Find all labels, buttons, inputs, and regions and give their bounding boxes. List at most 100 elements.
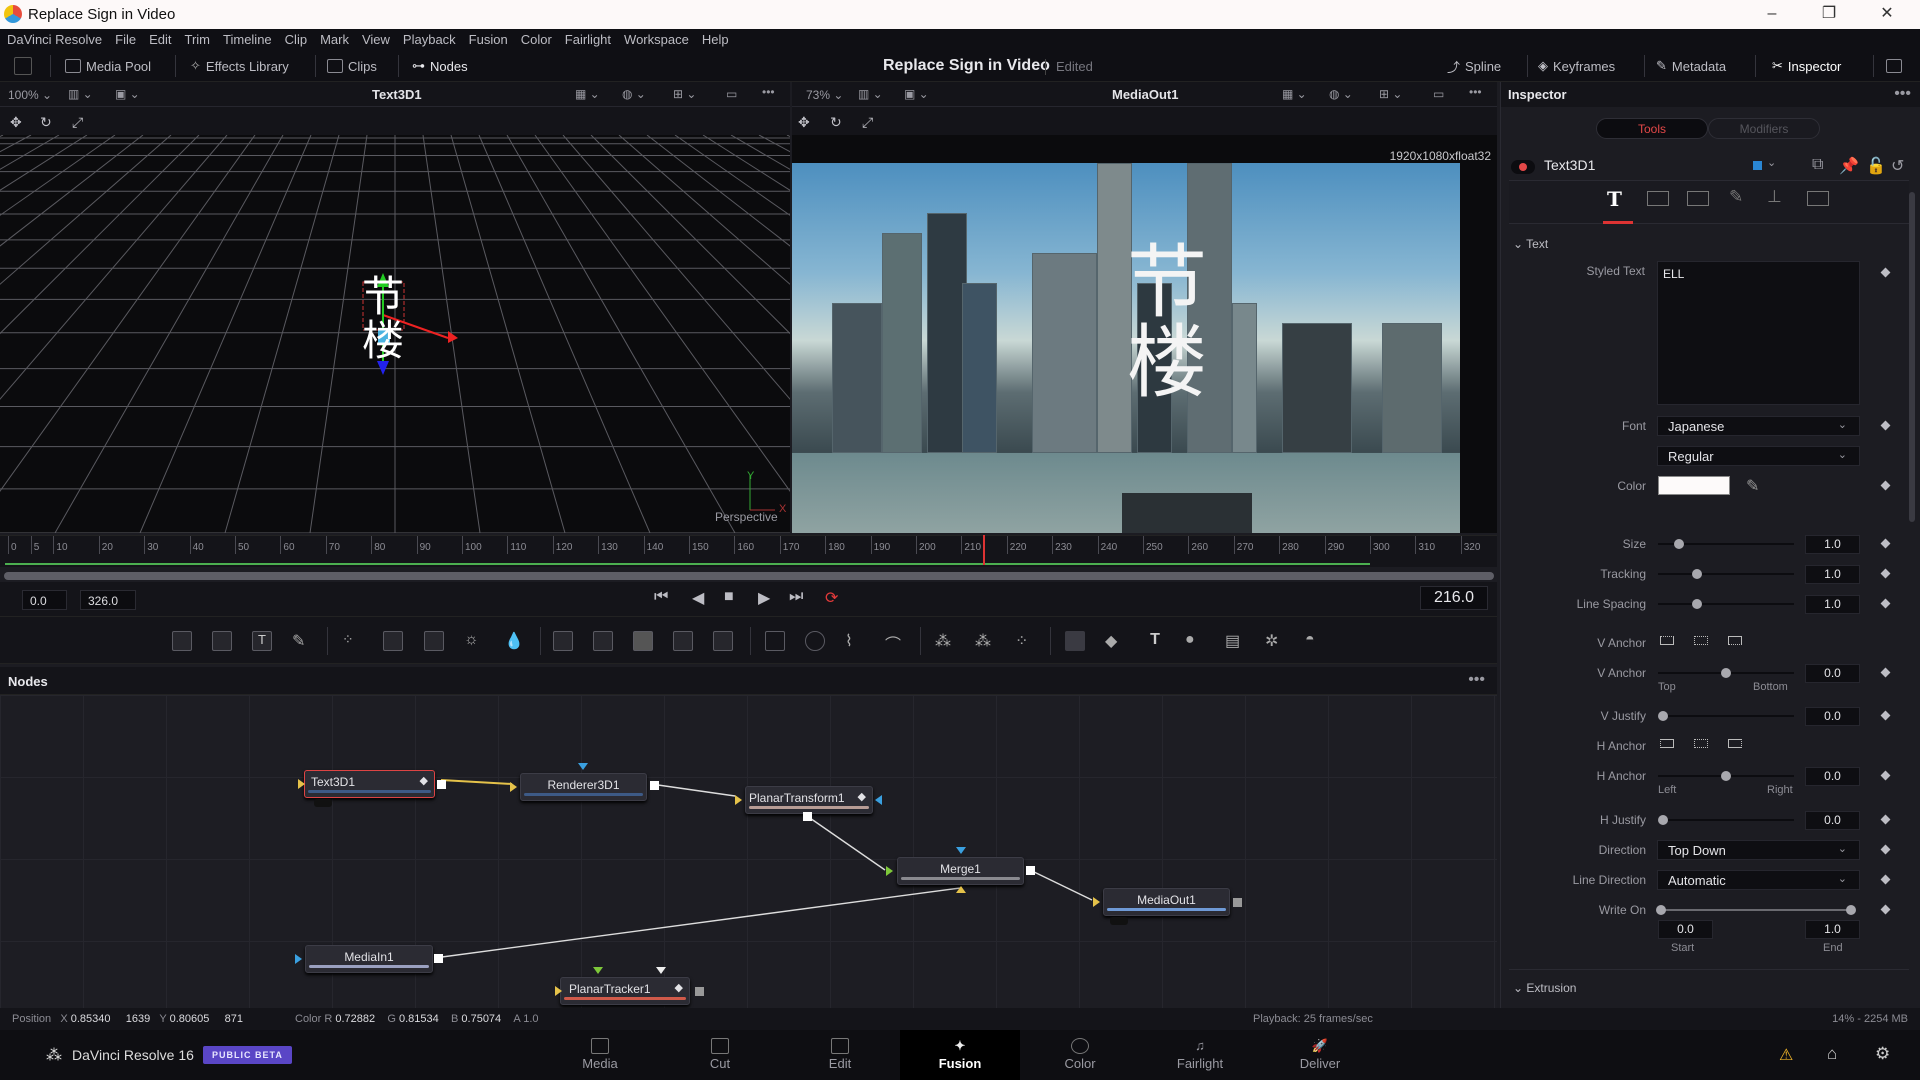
h-justify-value[interactable]: 0.0 xyxy=(1805,811,1860,830)
h-anchor-value[interactable]: 0.0 xyxy=(1805,767,1860,786)
node-mediaout1[interactable]: MediaOut1 xyxy=(1103,888,1230,916)
background-tool-icon[interactable] xyxy=(172,631,192,651)
menu-edit[interactable]: Edit xyxy=(142,29,177,47)
line-direction-dropdown[interactable]: Automatic ⌄ xyxy=(1657,870,1860,890)
global-end-field[interactable]: 326.0 xyxy=(80,590,136,610)
menu-file[interactable]: File xyxy=(108,29,142,47)
camera-3d-icon[interactable]: ▤ xyxy=(1225,631,1245,651)
output-viewer[interactable]: 1920x1080xfloat32 节楼 xyxy=(792,135,1497,533)
chevron-down-icon[interactable]: ⌄ xyxy=(1767,156,1776,169)
more-options-icon[interactable]: ••• xyxy=(1468,671,1485,689)
ab-buffer-icon[interactable]: ▥ ⌄ xyxy=(68,87,93,101)
keyframe-icon[interactable] xyxy=(1880,770,1891,781)
view-indicator[interactable] xyxy=(1110,917,1128,925)
anchor-left-icon[interactable] xyxy=(1660,739,1674,748)
page-deliver[interactable]: 🚀 Deliver xyxy=(1260,1030,1380,1080)
menu-help[interactable]: Help xyxy=(695,29,735,47)
pin-icon[interactable]: 📌 xyxy=(1839,156,1859,176)
3d-viewer[interactable]: 节楼 Y X Perspective xyxy=(0,135,790,533)
brightness-contrast-tool-icon[interactable] xyxy=(424,631,444,651)
input-port[interactable] xyxy=(295,954,302,964)
play-forward-button[interactable]: ▶ xyxy=(758,588,770,608)
close-button[interactable]: ✕ xyxy=(1864,2,1910,28)
stop-button[interactable]: ■ xyxy=(724,588,734,606)
settings-tab-icon[interactable] xyxy=(1807,191,1829,206)
channels-icon[interactable]: ◍ ⌄ xyxy=(622,87,646,101)
param-slider[interactable] xyxy=(1658,599,1794,609)
fullscreen-toggle-button[interactable] xyxy=(1886,56,1902,76)
node-planartracker1[interactable]: PlanarTracker1 ◆ xyxy=(560,977,690,1005)
v-anchor-value[interactable]: 0.0 xyxy=(1805,664,1860,683)
input-port[interactable] xyxy=(510,782,517,792)
page-edit[interactable]: Edit xyxy=(780,1030,900,1080)
renderer-3d-icon[interactable]: ◓ xyxy=(1305,631,1325,651)
more-options-icon[interactable]: ••• xyxy=(1894,85,1911,103)
keyframe-icon[interactable] xyxy=(1880,598,1891,609)
v-justify-value[interactable]: 0.0 xyxy=(1805,707,1860,726)
param-slider[interactable] xyxy=(1658,569,1794,579)
timeline-scrollbar[interactable] xyxy=(4,572,1494,580)
current-frame-field[interactable]: 216.0 xyxy=(1420,586,1488,610)
keyframe-icon[interactable] xyxy=(1880,538,1891,549)
shape-3d-icon[interactable]: ◆ xyxy=(1105,631,1125,651)
rectangle-mask-icon[interactable] xyxy=(765,631,785,651)
param-value[interactable]: 1.0 xyxy=(1805,565,1860,584)
anchor-top-icon[interactable] xyxy=(1660,636,1674,645)
menu-color[interactable]: Color xyxy=(514,29,558,47)
menu-timeline[interactable]: Timeline xyxy=(216,29,278,47)
rotate-tool-icon[interactable]: ↻ xyxy=(830,114,842,131)
color-corrector-tool-icon[interactable]: ☼ xyxy=(464,631,484,651)
tab-tools[interactable]: Tools xyxy=(1596,118,1708,139)
scale-tool-icon[interactable]: ⤢ xyxy=(72,114,83,131)
output-port[interactable] xyxy=(803,812,812,821)
output-port[interactable] xyxy=(695,987,704,996)
input-port[interactable] xyxy=(1093,897,1100,907)
write-on-start-value[interactable]: 0.0 xyxy=(1658,920,1713,939)
image-plane-3d-icon[interactable] xyxy=(1065,631,1085,651)
bspline-mask-icon[interactable]: ⌒ xyxy=(885,631,905,654)
roi-icon[interactable]: ▣ ⌄ xyxy=(115,87,140,101)
grid-icon[interactable]: ⊞ ⌄ xyxy=(1379,87,1402,101)
color-curves-tool-icon[interactable] xyxy=(383,631,403,651)
versions-icon[interactable]: ⧉ xyxy=(1812,156,1823,174)
menu-fairlight[interactable]: Fairlight xyxy=(558,29,617,47)
polygon-mask-icon[interactable]: ⌇ xyxy=(845,631,865,651)
loop-button[interactable]: ⟳ xyxy=(825,588,838,608)
anchor-bottom-icon[interactable] xyxy=(1728,636,1742,645)
inspector-button[interactable]: ✂ Inspector xyxy=(1772,56,1841,76)
text-tool-icon[interactable]: T xyxy=(252,631,272,651)
move-tool-icon[interactable]: ✥ xyxy=(10,114,22,131)
node-color-swatch[interactable] xyxy=(1753,161,1762,170)
tool-enable-toggle[interactable] xyxy=(1511,160,1535,174)
effects-library-button[interactable]: ✧ Effects Library xyxy=(190,56,289,76)
rotate-tool-icon[interactable]: ↻ xyxy=(40,114,52,131)
keyframes-button[interactable]: ◈ Keyframes xyxy=(1538,56,1615,76)
go-to-start-button[interactable]: ⏮ xyxy=(654,588,668,606)
write-on-end-value[interactable]: 1.0 xyxy=(1805,920,1860,939)
menu-view[interactable]: View xyxy=(355,29,396,47)
node-planartransform1[interactable]: PlanarTransform1 ◆ xyxy=(745,786,873,814)
playhead[interactable] xyxy=(982,535,985,565)
maximize-button[interactable]: ❐ xyxy=(1806,2,1852,28)
text-tab-icon[interactable]: T xyxy=(1607,187,1622,211)
grid-icon[interactable]: ⊞ ⌄ xyxy=(673,87,696,101)
3d-tab-icon[interactable]: ⊥ xyxy=(1767,187,1782,207)
menu-workspace[interactable]: Workspace xyxy=(617,29,695,47)
output-port[interactable] xyxy=(1233,898,1242,907)
page-color[interactable]: Color xyxy=(1020,1030,1140,1080)
mask-input-port[interactable] xyxy=(875,795,882,805)
ellipse-mask-icon[interactable] xyxy=(805,631,825,651)
text-section-header[interactable]: ⌄ Text xyxy=(1513,237,1548,251)
channels-icon[interactable]: ◍ ⌄ xyxy=(1329,87,1353,101)
extrusion-section-header[interactable]: ⌄ Extrusion xyxy=(1513,981,1576,995)
menu-fusion[interactable]: Fusion xyxy=(462,29,514,47)
home-icon[interactable]: ⌂ xyxy=(1827,1044,1837,1064)
shading-tab-icon[interactable]: ✎ xyxy=(1729,187,1743,207)
styled-text-input[interactable]: ELL xyxy=(1657,261,1860,405)
node-merge1[interactable]: Merge1 xyxy=(897,857,1024,885)
particles-tool-icon[interactable]: ⁘ xyxy=(342,631,362,651)
anchor-middle-icon[interactable] xyxy=(1694,636,1708,645)
inspector-scrollbar[interactable] xyxy=(1909,192,1915,522)
direction-dropdown[interactable]: Top Down ⌄ xyxy=(1657,840,1860,860)
menu-playback[interactable]: Playback xyxy=(396,29,462,47)
